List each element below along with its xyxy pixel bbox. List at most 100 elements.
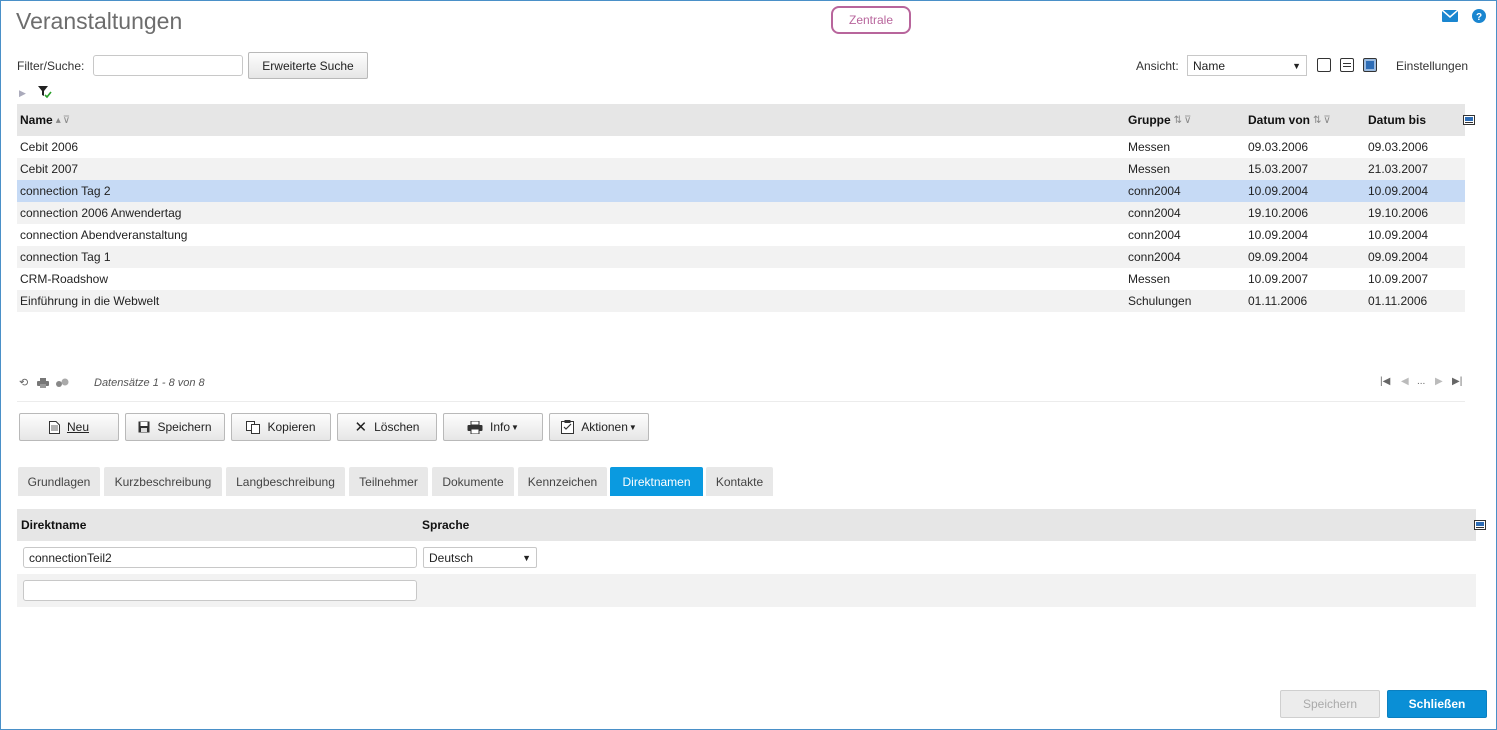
cell-date-to: 09.03.2006 [1368,140,1429,154]
prev-page-icon[interactable]: ◀ [1401,376,1409,387]
table-row[interactable]: connection Abendveranstaltung conn2004 1… [17,224,1465,246]
cell-name: connection Tag 1 [20,250,111,264]
sort-filter-icon[interactable]: ▴⊽ [56,115,72,126]
advanced-search-button[interactable]: Erweiterte Suche [248,52,368,79]
close-button[interactable]: Schließen [1387,690,1487,718]
help-icon[interactable]: ? [1471,8,1487,24]
dropdown-arrow-icon: ▼ [522,552,531,563]
tab-dokumente[interactable]: Dokumente [432,467,514,496]
save-button[interactable]: Speichern [125,413,225,441]
cell-name: Einführung in die Webwelt [20,294,160,308]
dropdown-arrow-icon: ▼ [1292,60,1301,71]
actions-button[interactable]: Aktionen ▼ [549,413,649,441]
view-single-icon[interactable] [1317,58,1331,72]
cell-name: connection 2006 Anwendertag [20,206,182,220]
cell-date-to: 10.09.2004 [1368,184,1429,198]
cell-group: Messen [1128,140,1171,154]
cell-group: conn2004 [1128,184,1181,198]
view-select[interactable]: Name ▼ [1187,55,1307,76]
cell-group: Schulungen [1128,294,1192,308]
tab-teilnehmer[interactable]: Teilnehmer [349,467,428,496]
table-row[interactable]: Cebit 2007 Messen 15.03.2007 21.03.2007 [17,158,1465,180]
cell-date-from: 10.09.2004 [1248,184,1309,198]
cell-date-to: 10.09.2004 [1368,228,1429,242]
cell-date-to: 19.10.2006 [1368,206,1429,220]
cell-date-to: 21.03.2007 [1368,162,1429,176]
context-badge[interactable]: Zentrale [831,6,911,34]
save-icon [138,421,150,433]
tab-kurzbeschreibung[interactable]: Kurzbeschreibung [104,467,222,496]
cell-group: Messen [1128,272,1171,286]
column-date-to[interactable]: Datum bis [1368,104,1426,136]
tab-direktnamen[interactable]: Direktnamen [610,467,703,496]
table-row[interactable]: CRM-Roadshow Messen 10.09.2007 10.09.200… [17,268,1465,290]
info-button-label: Info [490,420,511,434]
cell-date-to: 10.09.2007 [1368,272,1429,286]
tab-kontakte[interactable]: Kontakte [706,467,773,496]
active-filter-icon[interactable] [38,86,52,102]
sort-filter-icon[interactable]: ⇅⊽ [1313,115,1333,126]
expand-arrow-icon[interactable]: ▶ [19,88,26,99]
new-button[interactable]: Neu [19,413,119,441]
column-group[interactable]: Gruppe ⇅⊽ [1128,104,1193,136]
table-row[interactable]: Cebit 2006 Messen 09.03.2006 09.03.2006 [17,136,1465,158]
clipboard-icon [561,420,575,434]
info-button[interactable]: Info ▼ [443,413,543,441]
tab-kennzeichen[interactable]: Kennzeichen [518,467,607,496]
caret-down-icon: ▼ [511,422,519,432]
mail-icon[interactable] [1442,8,1458,24]
refresh-icon[interactable]: ⟲ [19,376,28,389]
delete-button[interactable]: ✕ Löschen [337,413,437,441]
last-page-icon[interactable]: ▶| [1452,376,1462,387]
cell-date-from: 15.03.2007 [1248,162,1309,176]
divider [17,401,1465,402]
table-row[interactable]: connection Tag 1 conn2004 09.09.2004 09.… [17,246,1465,268]
column-chooser-icon[interactable] [1474,509,1486,541]
direktname-new-input[interactable] [23,580,417,601]
filter-input[interactable] [93,55,243,76]
language-select[interactable]: Deutsch ▼ [423,547,537,568]
column-name[interactable]: Name ▴⊽ [20,104,72,136]
cell-group: conn2004 [1128,250,1181,264]
copy-button[interactable]: Kopieren [231,413,331,441]
printer-icon [467,420,483,434]
cell-name: CRM-Roadshow [20,272,109,286]
view-full-icon[interactable] [1363,58,1377,72]
table-row-selected[interactable]: connection Tag 2 conn2004 10.09.2004 10.… [17,180,1465,202]
cell-name: connection Abendveranstaltung [20,228,188,242]
column-date-from[interactable]: Datum von ⇅⊽ [1248,104,1333,136]
cell-date-from: 09.03.2006 [1248,140,1309,154]
new-button-label: Neu [66,420,89,434]
tab-langbeschreibung[interactable]: Langbeschreibung [226,467,345,496]
cell-name: Cebit 2006 [20,140,79,154]
view-label: Ansicht: [1136,59,1179,73]
cell-group: conn2004 [1128,228,1181,242]
column-chooser-icon[interactable] [1463,104,1475,136]
first-page-icon[interactable]: |◀ [1380,376,1390,387]
column-direktname: Direktname [21,518,87,532]
print-icon[interactable] [37,377,49,391]
column-name-label: Name [20,113,53,127]
direktname-input[interactable] [23,547,417,568]
direktname-new-row [17,574,1476,607]
cell-date-from: 19.10.2006 [1248,206,1309,220]
view-split-icon[interactable] [1340,58,1354,72]
table-row[interactable]: connection 2006 Anwendertag conn2004 19.… [17,202,1465,224]
pager-ellipsis: ... [1417,376,1426,387]
cell-date-from: 10.09.2007 [1248,272,1309,286]
close-x-icon: ✕ [354,419,368,436]
footer-save-button[interactable]: Speichern [1280,690,1380,718]
settings-link[interactable]: Einstellungen [1396,59,1468,73]
sort-filter-icon[interactable]: ⇅⊽ [1174,115,1194,126]
copy-icon [246,420,261,434]
language-select-value: Deutsch [429,550,474,565]
direktname-row: Deutsch ▼ [17,541,1476,574]
export-icon[interactable] [55,377,69,391]
column-date-to-label: Datum bis [1368,113,1427,127]
svg-text:?: ? [1476,12,1482,23]
tab-grundlagen[interactable]: Grundlagen [18,467,100,496]
copy-button-label: Kopieren [267,420,316,434]
actions-button-label: Aktionen [581,420,628,434]
table-row[interactable]: Einführung in die Webwelt Schulungen 01.… [17,290,1465,312]
next-page-icon[interactable]: ▶ [1435,376,1443,387]
